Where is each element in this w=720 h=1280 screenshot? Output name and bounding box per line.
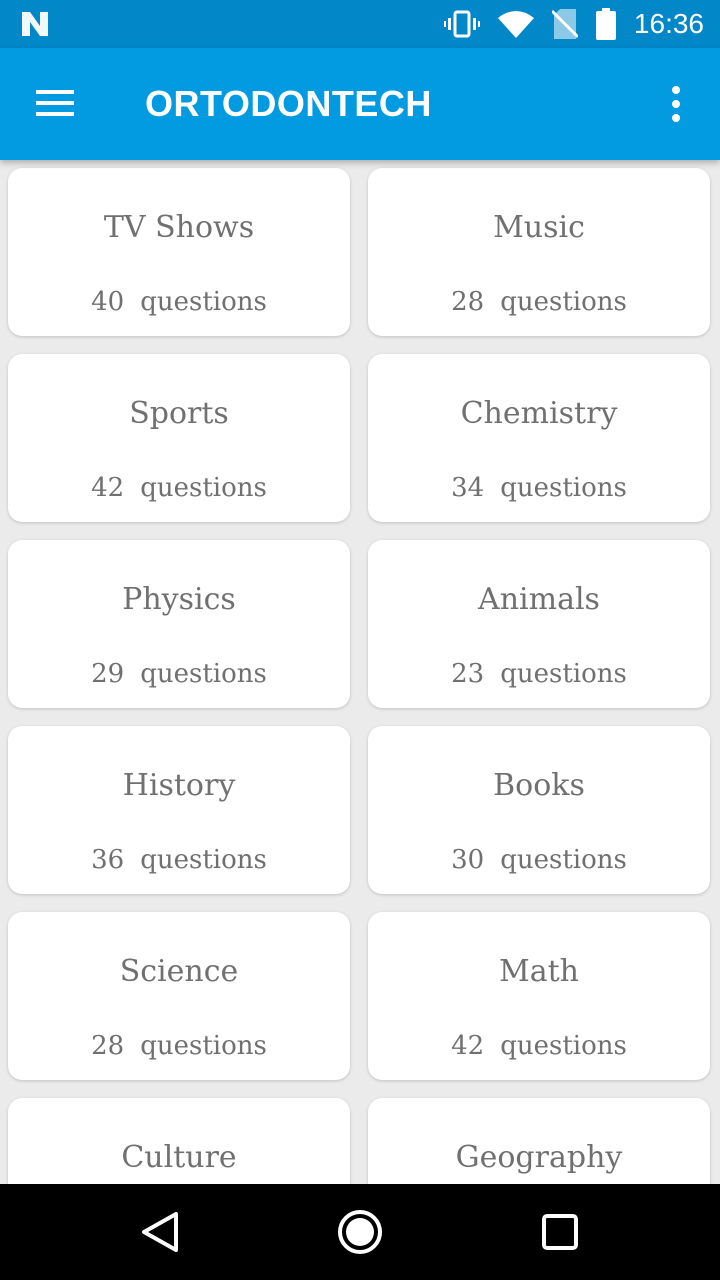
- hamburger-menu-icon[interactable]: [36, 86, 76, 120]
- app-bar: ORTODONTECH: [0, 48, 720, 160]
- app-title: ORTODONTECH: [145, 83, 432, 124]
- category-card[interactable]: History 36 questions: [8, 726, 350, 894]
- category-card[interactable]: Culture: [8, 1098, 350, 1184]
- question-count: 42 questions: [368, 1026, 710, 1066]
- status-bar: 16:36: [0, 0, 720, 48]
- count-value: 34: [451, 473, 485, 503]
- category-name: Math: [499, 954, 579, 989]
- count-unit: questions: [140, 1031, 267, 1061]
- category-card[interactable]: Geography: [368, 1098, 710, 1184]
- count-unit: questions: [140, 659, 267, 689]
- count-unit: questions: [140, 473, 267, 503]
- category-card[interactable]: TV Shows 40 questions: [8, 168, 350, 336]
- status-time: 16:36: [633, 8, 704, 39]
- category-name: Physics: [122, 582, 236, 617]
- count-value: 28: [451, 287, 485, 317]
- question-count: 34 questions: [368, 468, 710, 508]
- count-value: 23: [451, 659, 485, 689]
- count-value: 28: [91, 1031, 125, 1061]
- no-sim-icon: [552, 9, 578, 39]
- count-unit: questions: [500, 473, 627, 503]
- count-unit: questions: [500, 659, 627, 689]
- question-count: 42 questions: [8, 468, 350, 508]
- app-n-icon: [22, 12, 48, 36]
- count-unit: questions: [500, 287, 627, 317]
- count-value: 42: [91, 473, 125, 503]
- count-value: 42: [451, 1031, 485, 1061]
- category-name: Geography: [455, 1140, 623, 1175]
- category-name: Books: [493, 768, 585, 803]
- category-name: Music: [493, 210, 585, 245]
- question-count: 23 questions: [368, 654, 710, 694]
- category-card[interactable]: Science 28 questions: [8, 912, 350, 1080]
- category-card[interactable]: Books 30 questions: [368, 726, 710, 894]
- more-vertical-icon[interactable]: [662, 84, 690, 124]
- wifi-icon: [498, 11, 534, 38]
- status-icons: [444, 8, 616, 40]
- battery-icon: [596, 8, 616, 40]
- count-value: 36: [91, 845, 125, 875]
- category-card[interactable]: Music 28 questions: [368, 168, 710, 336]
- category-name: Sports: [129, 396, 229, 431]
- count-value: 40: [91, 287, 125, 317]
- category-name: History: [122, 768, 236, 803]
- vibrate-icon: [444, 10, 480, 38]
- system-nav-bar: [0, 1184, 720, 1280]
- back-icon[interactable]: [136, 1208, 184, 1256]
- home-icon[interactable]: [336, 1208, 384, 1256]
- question-count: 30 questions: [368, 840, 710, 880]
- category-name: TV Shows: [103, 210, 255, 245]
- category-grid: TV Shows 40 questions Music 28 questions S…: [0, 160, 720, 1184]
- category-name: Animals: [478, 582, 600, 617]
- count-unit: questions: [500, 845, 627, 875]
- question-count: 29 questions: [8, 654, 350, 694]
- question-count: 28 questions: [8, 1026, 350, 1066]
- question-count: 28 questions: [368, 282, 710, 322]
- count-value: 29: [91, 659, 125, 689]
- count-unit: questions: [140, 287, 267, 317]
- recents-icon[interactable]: [536, 1208, 584, 1256]
- question-count: 36 questions: [8, 840, 350, 880]
- category-card[interactable]: Math 42 questions: [368, 912, 710, 1080]
- count-unit: questions: [140, 845, 267, 875]
- category-name: Chemistry: [460, 396, 618, 431]
- category-card[interactable]: Chemistry 34 questions: [368, 354, 710, 522]
- category-card[interactable]: Animals 23 questions: [368, 540, 710, 708]
- count-value: 30: [451, 845, 485, 875]
- question-count: 40 questions: [8, 282, 350, 322]
- category-name: Science: [119, 954, 239, 989]
- category-card[interactable]: Sports 42 questions: [8, 354, 350, 522]
- count-unit: questions: [500, 1031, 627, 1061]
- category-card[interactable]: Physics 29 questions: [8, 540, 350, 708]
- category-name: Culture: [121, 1140, 237, 1175]
